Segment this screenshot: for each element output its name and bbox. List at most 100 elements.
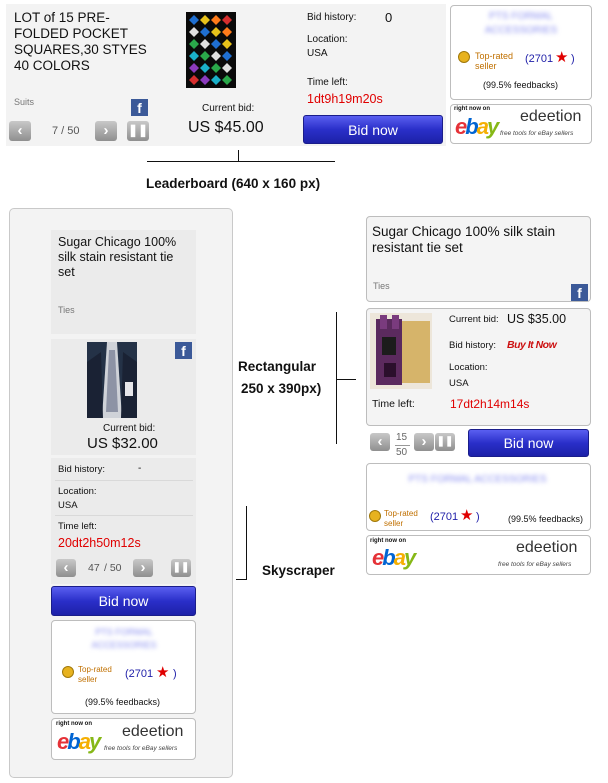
pocket-square-swatch [211, 39, 221, 49]
right-now-on: right now on [370, 538, 406, 544]
edeetion-brand: edeetion [520, 108, 582, 125]
bid-history-label: Bid history: [307, 12, 357, 23]
pause-button[interactable]: ❚❚ [435, 433, 455, 451]
pocket-square-swatch [200, 15, 210, 25]
leaderboard-caption: Leaderboard (640 x 160 px) [146, 176, 321, 191]
pocket-square-swatch [189, 27, 199, 37]
pager-total: / 50 [104, 562, 122, 574]
current-bid-value: US $35.00 [507, 312, 567, 326]
pocket-square-swatch [200, 39, 210, 49]
ebay-logo: ebay [455, 114, 499, 139]
divider [236, 579, 247, 580]
rectangular-title[interactable]: Sugar Chicago 100% silk stain resistant … [372, 224, 582, 256]
star-icon: ★ [460, 507, 474, 524]
time-left-label: Time left: [372, 398, 415, 410]
next-button[interactable]: › [95, 121, 117, 141]
time-left-value: 1dt9h19m20s [307, 92, 383, 106]
bid-now-button[interactable]: Bid now [51, 586, 196, 616]
pocket-square-swatch [222, 15, 232, 25]
prev-button[interactable]: ‹ [9, 121, 31, 141]
star-icon: ★ [555, 49, 569, 66]
pocket-square-swatch [222, 63, 232, 73]
feedback-count[interactable]: (2701 [430, 511, 458, 523]
facebook-share-icon[interactable]: f [175, 342, 192, 359]
star-icon: ★ [156, 664, 170, 681]
location-value: USA [307, 48, 328, 59]
edeetion-tagline: free tools for eBay sellers [104, 745, 178, 752]
next-button[interactable]: › [133, 559, 153, 577]
bid-now-button[interactable]: Bid now [303, 115, 443, 144]
prev-button[interactable]: ‹ [370, 433, 390, 451]
ebay-logo: ebay [57, 729, 101, 754]
pause-button[interactable]: ❚❚ [171, 559, 191, 577]
feedback-pct: (99.5% feedbacks) [483, 80, 559, 90]
feedback-close: ) [571, 53, 575, 65]
skyscraper-category: Ties [58, 305, 75, 315]
divider [55, 515, 193, 516]
current-bid-label: Current bid: [449, 314, 499, 325]
edeetion-brand: edeetion [516, 539, 578, 556]
location-value: USA [58, 500, 78, 511]
ebay-logo: ebay [372, 545, 416, 570]
location-value: USA [449, 378, 469, 389]
location-label: Location: [307, 34, 348, 45]
item-image[interactable] [87, 342, 137, 418]
location-label: Location: [58, 486, 97, 497]
pocket-square-swatch [189, 75, 199, 85]
current-bid-value: US $32.00 [87, 435, 158, 452]
feedback-count[interactable]: (2701 [525, 53, 553, 65]
pocket-square-swatch [222, 27, 232, 37]
top-rated-badge-icon [369, 510, 381, 522]
seller-name[interactable]: PTS FORMAL ACCESSORIES [462, 10, 580, 38]
feedback-pct: (99.5% feedbacks) [508, 514, 584, 524]
next-button[interactable]: › [414, 433, 434, 451]
pocket-squares-thumbnail [189, 15, 232, 85]
bid-now-button[interactable]: Bid now [468, 429, 589, 457]
feedback-count[interactable]: (2701 [125, 668, 153, 680]
rectangular-caption-1: Rectangular [238, 359, 317, 374]
divider [336, 379, 356, 380]
item-image[interactable] [186, 12, 236, 88]
top-rated-badge-icon [458, 51, 470, 63]
skyscraper-caption: Skyscraper [262, 563, 335, 578]
divider [246, 506, 247, 580]
pocket-square-swatch [211, 63, 221, 73]
current-bid-value: US $45.00 [188, 119, 264, 136]
time-left-value: 20dt2h50m12s [58, 536, 141, 550]
pocket-square-swatch [200, 63, 210, 73]
facebook-share-icon[interactable]: f [571, 284, 588, 301]
pager-total: 50 [396, 447, 408, 458]
feedback-pct: (99.5% feedbacks) [85, 697, 161, 707]
tie-box-thumbnail [370, 313, 432, 389]
pager-current: 15 [396, 432, 408, 443]
buy-it-now-badge[interactable]: Buy It Now [507, 339, 557, 351]
top-rated-badge-icon [62, 666, 74, 678]
pocket-square-swatch [200, 51, 210, 61]
right-now-on: right now on [56, 721, 92, 727]
item-image[interactable] [370, 313, 432, 389]
leaderboard-category: Suits [14, 97, 35, 107]
bid-history-value: - [138, 463, 142, 474]
skyscraper-title[interactable]: Sugar Chicago 100% silk stain resistant … [58, 235, 190, 280]
facebook-share-icon[interactable]: f [131, 99, 148, 116]
pager-separator [395, 445, 410, 446]
location-label: Location: [449, 362, 488, 373]
top-rated-label: Top-rated seller [78, 665, 112, 684]
leaderboard-title[interactable]: LOT of 15 PRE-FOLDED POCKET SQUARES,30 S… [14, 10, 154, 74]
time-left-label: Time left: [307, 77, 348, 88]
pocket-square-swatch [200, 27, 210, 37]
top-rated-label: Top-rated seller [475, 51, 514, 71]
current-bid-label: Current bid: [103, 423, 156, 434]
pause-button[interactable]: ❚❚ [127, 121, 149, 141]
pager-text: 7 / 50 [52, 125, 80, 137]
pocket-square-swatch [211, 51, 221, 61]
edeetion-brand: edeetion [122, 723, 184, 740]
rectangular-category: Ties [373, 281, 390, 291]
divider [147, 161, 335, 162]
seller-name[interactable]: PTS FORMAL ACCESSORIES [395, 474, 560, 485]
rectangular-caption-2: 250 x 390px) [241, 381, 322, 396]
seller-name[interactable]: PTS FORMAL ACCESSORIES [70, 626, 178, 652]
bid-history-label: Bid history: [449, 340, 496, 351]
pocket-square-swatch [189, 15, 199, 25]
prev-button[interactable]: ‹ [56, 559, 76, 577]
